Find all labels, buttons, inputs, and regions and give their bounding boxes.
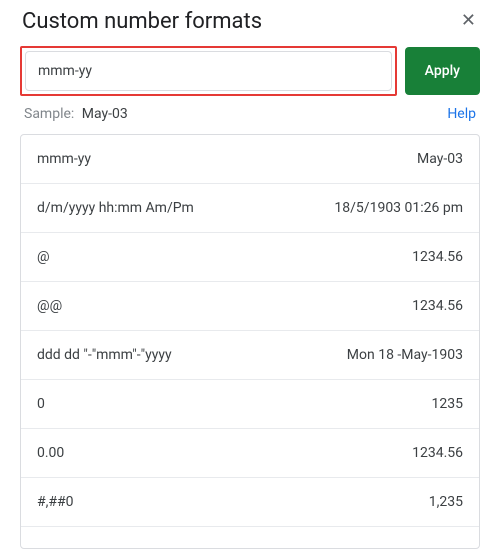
format-list-item[interactable]: #,##0 1,235 <box>21 478 479 527</box>
format-list-item[interactable]: 0.00 1234.56 <box>21 429 479 478</box>
format-preview: 1234.56 <box>412 298 463 314</box>
format-input[interactable] <box>25 51 392 91</box>
format-pattern: 0 <box>37 396 45 412</box>
format-list-item[interactable]: @ 1234.56 <box>21 233 479 282</box>
format-preview: 1234.56 <box>412 249 463 265</box>
format-list[interactable]: mmm-yy May-03 d/m/yyyy hh:mm Am/Pm 18/5/… <box>20 134 480 549</box>
format-preview: 1235 <box>432 396 463 412</box>
format-list-item[interactable]: ddd dd "-"mmm"-"yyyy Mon 18 -May-1903 <box>21 331 479 380</box>
help-link[interactable]: Help <box>447 106 476 122</box>
format-list-item[interactable]: d/m/yyyy hh:mm Am/Pm 18/5/1903 01:26 pm <box>21 184 479 233</box>
format-pattern: d/m/yyyy hh:mm Am/Pm <box>37 200 194 216</box>
input-row: Apply <box>0 46 500 96</box>
format-pattern: ddd dd "-"mmm"-"yyyy <box>37 347 172 363</box>
format-list-item[interactable]: mmm-yy May-03 <box>21 135 479 184</box>
format-pattern: @ <box>37 249 50 265</box>
format-preview: 1234.56 <box>412 445 463 461</box>
format-preview: May-03 <box>417 151 463 167</box>
format-preview: 18/5/1903 01:26 pm <box>334 200 463 216</box>
format-list-item[interactable]: 0 1235 <box>21 380 479 429</box>
format-pattern: @@ <box>37 298 62 314</box>
custom-number-formats-dialog: Custom number formats ✕ Apply Sample: Ma… <box>0 0 500 549</box>
format-pattern: mmm-yy <box>37 151 91 167</box>
format-preview: 1,235 <box>429 494 463 510</box>
format-pattern: #,##0 <box>37 494 73 510</box>
sample-value: May-03 <box>82 106 128 122</box>
format-pattern: 0.00 <box>37 445 64 461</box>
sample-label: Sample: <box>24 106 74 122</box>
close-icon[interactable]: ✕ <box>457 8 480 34</box>
format-preview: Mon 18 -May-1903 <box>347 347 463 363</box>
apply-button[interactable]: Apply <box>405 47 480 95</box>
dialog-header: Custom number formats ✕ <box>0 8 500 46</box>
format-list-item[interactable]: @@ 1234.56 <box>21 282 479 331</box>
dialog-title: Custom number formats <box>22 9 262 34</box>
input-highlight-box <box>20 46 397 96</box>
sample-text: Sample: May-03 <box>24 106 128 122</box>
sample-row: Sample: May-03 Help <box>0 96 500 134</box>
